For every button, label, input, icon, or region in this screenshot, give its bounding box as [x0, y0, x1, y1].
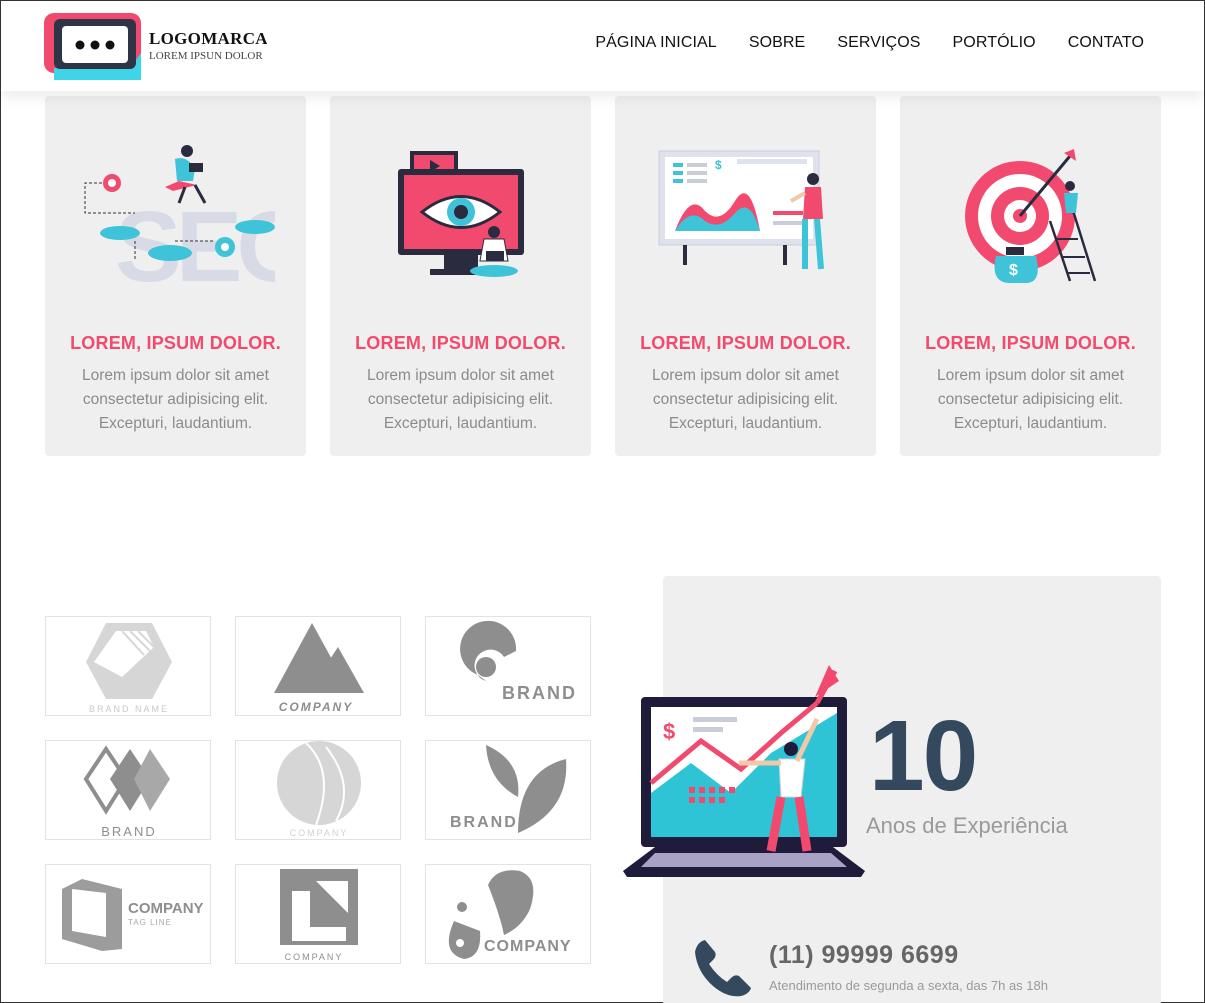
client-logo[interactable]: COMPANY TAG LINE [45, 864, 211, 964]
service-description: Lorem ipsum dolor sit amet consectetur a… [82, 367, 269, 432]
service-card: SEO LOREM, IPSUM DOLOR. Lorem ipsum dolo… [45, 96, 306, 456]
svg-text:$: $ [715, 158, 722, 172]
nav-link-home[interactable]: PÁGINA INICIAL [595, 34, 716, 52]
service-title: LOREM, IPSUM DOLOR. [70, 333, 281, 353]
experience-label: Anos de Experiência [866, 813, 1068, 838]
client-logo-text: BRAND [502, 683, 577, 703]
client-logo-text: BRAND [450, 814, 518, 831]
seo-illustration-icon: SEO [84, 145, 275, 291]
phone-icon [695, 940, 751, 997]
logo-subtitle: LOREM IPSUN DOLOR [149, 50, 263, 62]
leaf-brand-logo: BRAND [450, 745, 567, 833]
phone-number[interactable]: (11) 99999 6699 [769, 941, 959, 970]
client-logo-text: BRAND [101, 824, 157, 839]
client-logo-text: COMPANY [279, 700, 353, 714]
client-logo[interactable]: COMPANY [235, 740, 401, 840]
client-logo-text: COMPANY [285, 952, 344, 962]
nav-link-services[interactable]: SERVIÇOS [837, 34, 920, 52]
drop-company-logo: COMPANY [448, 870, 572, 959]
client-logo-text: COMPANY [484, 938, 572, 955]
experience-years: 10 [869, 700, 978, 812]
client-logo[interactable]: BRAND NAME [45, 616, 211, 716]
circle-company-logo: COMPANY [277, 741, 361, 838]
client-logo[interactable]: COMPANY [235, 864, 401, 964]
square-company-logo: COMPANY [280, 869, 358, 962]
swirl-brand-logo: BRAND [460, 620, 577, 703]
logo-text[interactable]: LOGOMARCA LOREM IPSUN DOLOR [149, 29, 267, 62]
service-card: LOREM, IPSUM DOLOR. Lorem ipsum dolor si… [330, 96, 591, 456]
client-logo[interactable]: COMPANY [235, 616, 401, 716]
logo-title: LOGOMARCA [149, 29, 267, 48]
service-title: LOREM, IPSUM DOLOR. [640, 333, 851, 353]
cube-company-logo: COMPANY TAG LINE [62, 879, 204, 951]
logo-chat-icon[interactable] [44, 13, 141, 80]
client-logo-text: BRAND NAME [89, 704, 169, 714]
service-description: Lorem ipsum dolor sit amet consectetur a… [367, 367, 554, 432]
hexagon-brand-logo: BRAND NAME [86, 623, 172, 714]
target-goal-illustration-icon: $ [965, 149, 1097, 283]
client-logo[interactable]: BRAND [425, 616, 591, 716]
client-logo-text: COMPANY [128, 900, 204, 917]
service-title: LOREM, IPSUM DOLOR. [355, 333, 566, 353]
service-card: $ LOREM, IPSUM DOLOR. Lorem ipsum dolor … [615, 96, 876, 456]
growth-laptop-illustration-icon: $ [623, 665, 865, 877]
service-description: Lorem ipsum dolor sit amet consectetur a… [937, 367, 1124, 432]
service-card: $ LOREM, IPSUM DOLOR. Lorem ipsum dolor … [900, 96, 1161, 456]
site-header: LOGOMARCA LOREM IPSUN DOLOR PÁGINA INICI… [1, 1, 1204, 91]
client-logo[interactable]: COMPANY [425, 864, 591, 964]
nav-link-about[interactable]: SOBRE [749, 34, 806, 52]
svg-text:$: $ [1009, 262, 1018, 279]
client-logo-tagline: TAG LINE [128, 918, 172, 927]
main-nav: PÁGINA INICIAL SOBRE SERVIÇOS PORTÓLIO C… [595, 34, 1144, 52]
svg-text:$: $ [663, 719, 675, 744]
service-description: Lorem ipsum dolor sit amet consectetur a… [652, 367, 839, 432]
diamond-brand-logo: BRAND [83, 745, 170, 839]
nav-link-portfolio[interactable]: PORTÓLIO [953, 34, 1036, 52]
service-title: LOREM, IPSUM DOLOR. [925, 333, 1136, 353]
client-logo[interactable]: BRAND [45, 740, 211, 840]
mountain-company-logo: COMPANY [274, 623, 364, 714]
phone-hours: Atendimento de segunda a sexta, das 7h a… [769, 978, 1048, 993]
client-logo-text: COMPANY [290, 828, 349, 838]
presentation-chart-illustration-icon: $ [658, 150, 824, 270]
client-logo[interactable]: BRAND [425, 740, 591, 840]
nav-link-contact[interactable]: CONTATO [1068, 34, 1144, 52]
eye-monitor-illustration-icon [398, 151, 524, 277]
